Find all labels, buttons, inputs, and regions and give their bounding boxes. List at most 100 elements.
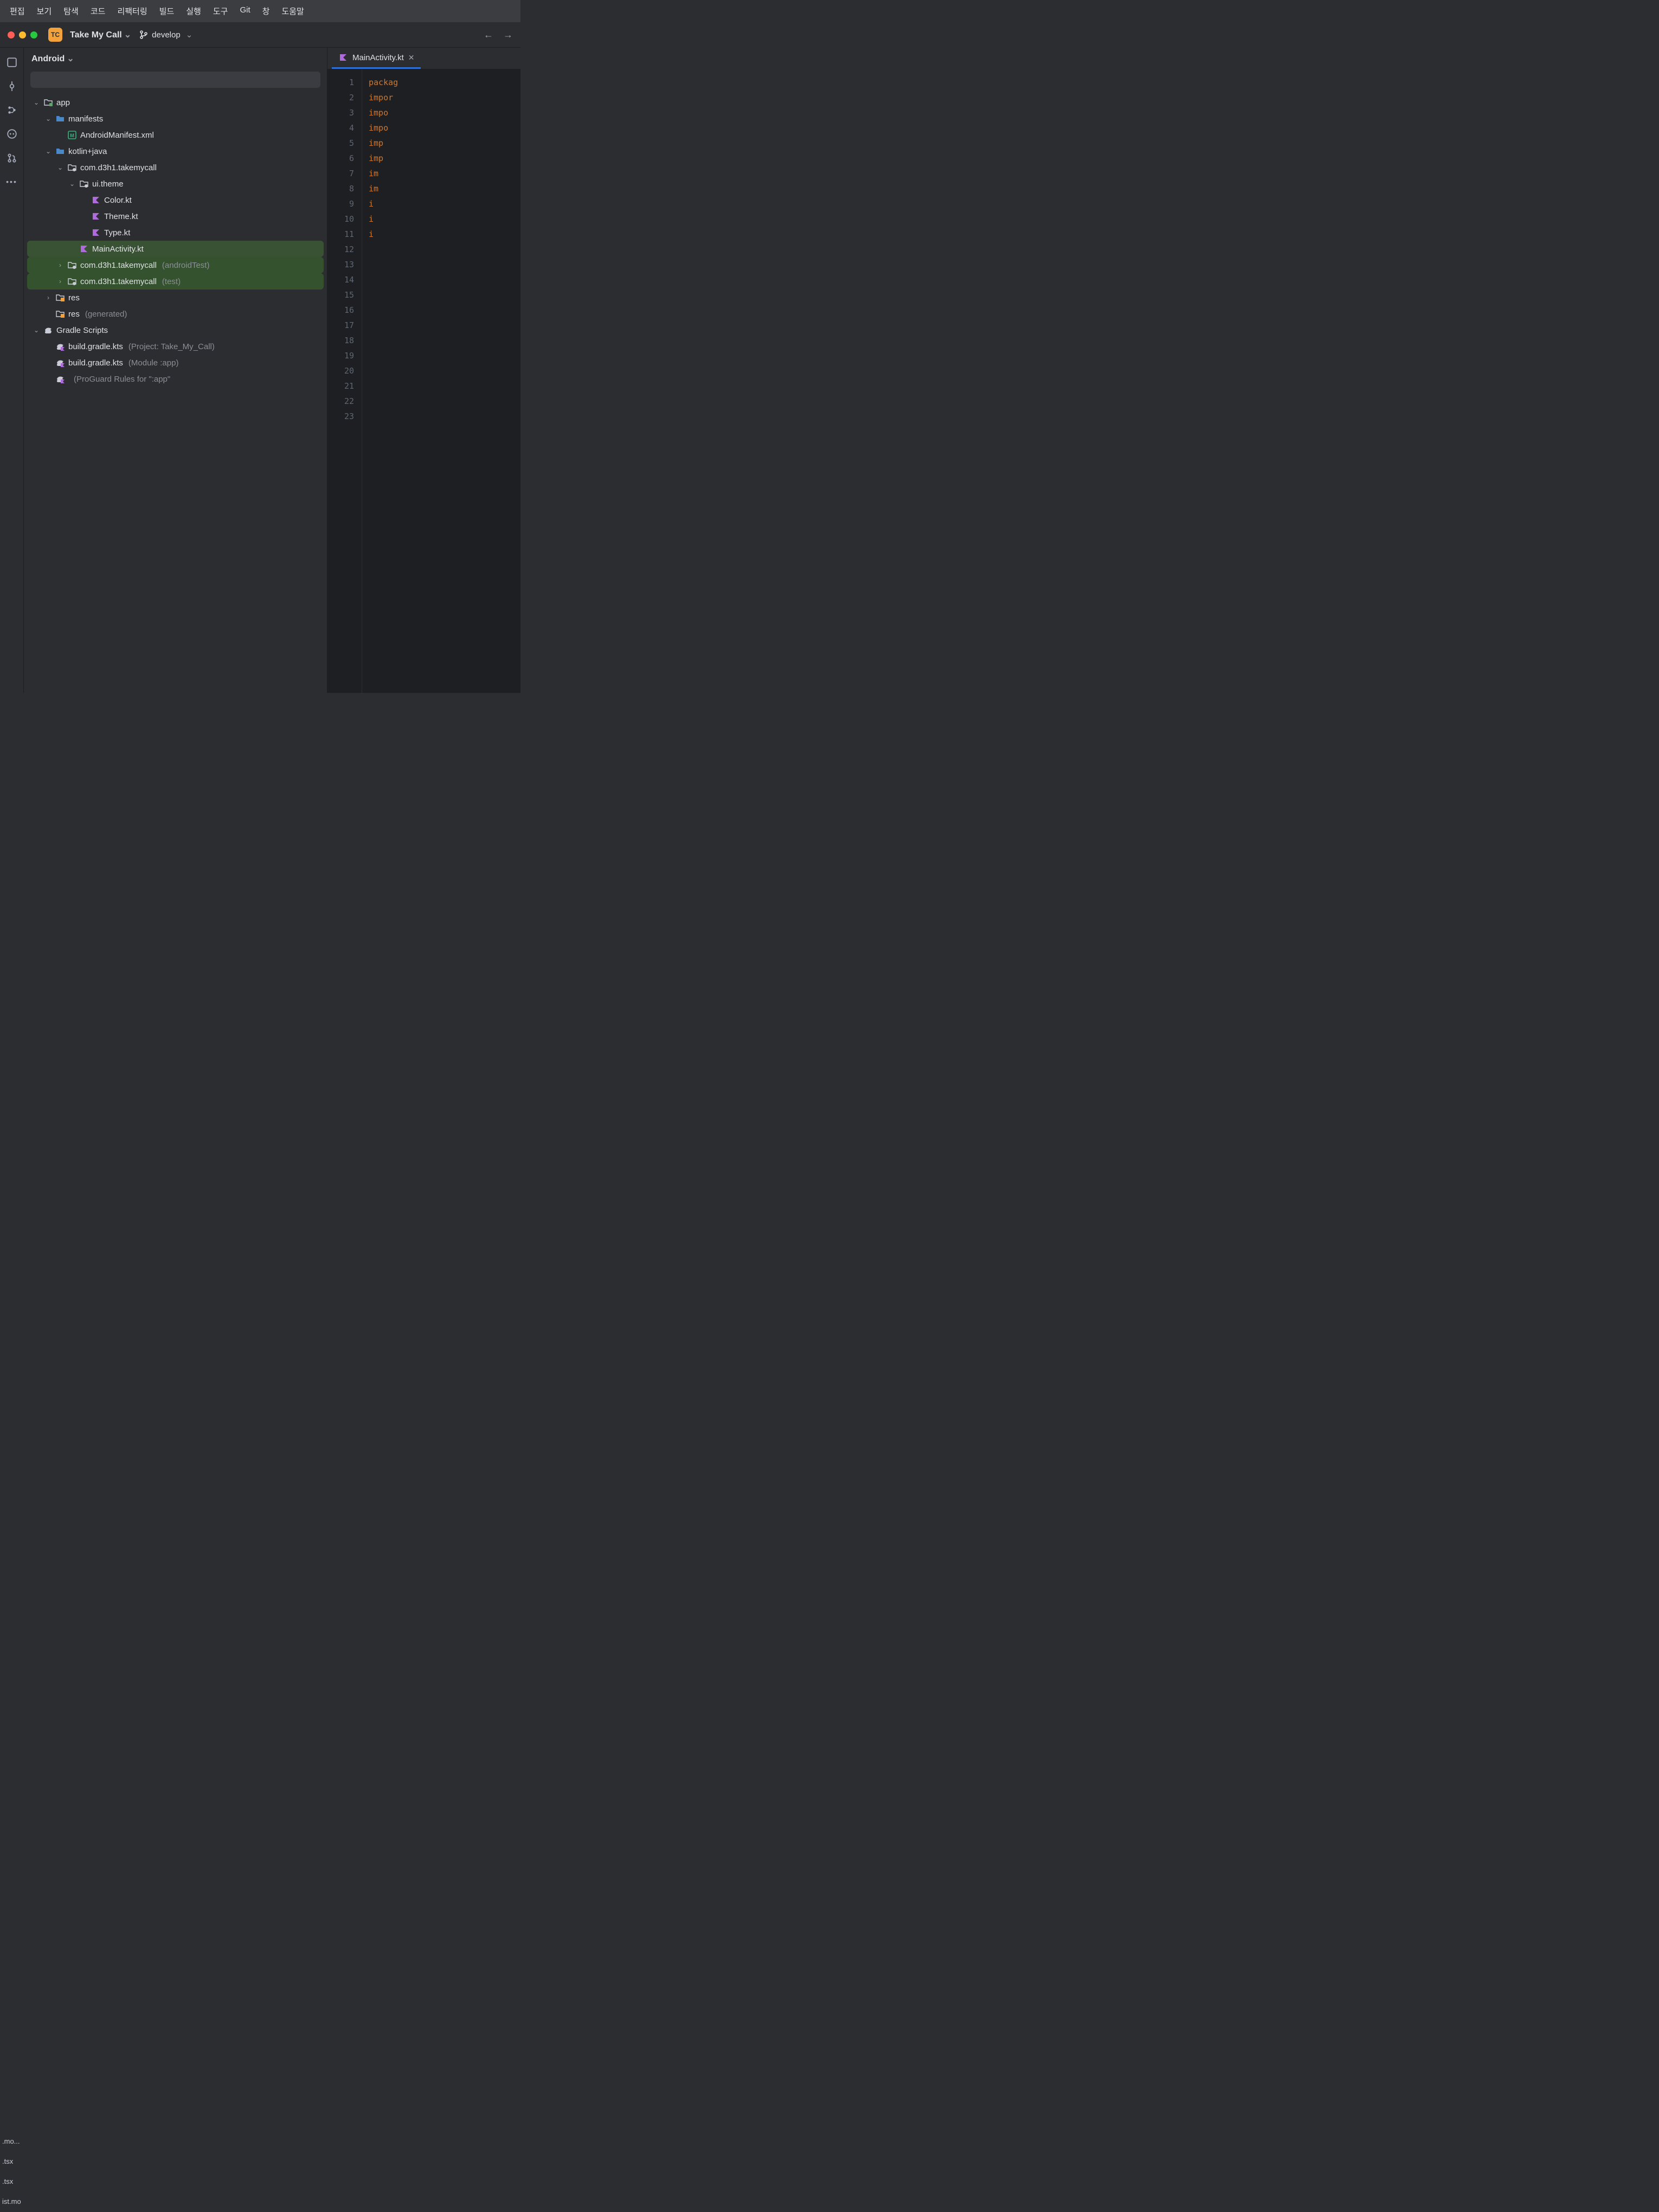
tree-row[interactable]: ui.theme xyxy=(27,176,324,192)
tree-label-suffix: (Module :app) xyxy=(128,358,179,368)
nav-back-button[interactable]: ← xyxy=(484,29,493,41)
tree-row[interactable]: build.gradle.kts(Project: Take_My_Call) xyxy=(27,338,324,355)
kotlin-file-icon xyxy=(338,53,348,62)
expand-arrow-icon[interactable] xyxy=(68,180,76,188)
tab-filename: MainActivity.kt xyxy=(352,53,404,62)
branch-icon xyxy=(139,30,149,40)
tree-row[interactable]: Gradle Scripts xyxy=(27,322,324,338)
tree-row[interactable]: (ProGuard Rules for ":app" xyxy=(27,371,324,387)
left-tool-strip: ••• xyxy=(0,48,24,693)
editor-area: MainActivity.kt ✕ 1234567891011121314151… xyxy=(327,48,520,693)
tree-label: res xyxy=(68,310,80,319)
res-icon xyxy=(55,293,65,303)
tree-row[interactable]: Type.kt xyxy=(27,224,324,241)
tree-row[interactable]: app xyxy=(27,94,324,111)
close-tab-icon[interactable]: ✕ xyxy=(408,53,415,62)
tree-row[interactable]: com.d3h1.takemycall xyxy=(27,159,324,176)
menu-item[interactable]: 도구 xyxy=(213,5,228,17)
tree-row[interactable]: AndroidManifest.xml xyxy=(27,127,324,143)
editor-tab[interactable]: MainActivity.kt ✕ xyxy=(332,48,421,69)
tree-row[interactable]: MainActivity.kt xyxy=(27,241,324,257)
menu-item[interactable]: Git xyxy=(240,5,250,17)
tree-row[interactable]: manifests xyxy=(27,111,324,127)
nav-forward-button[interactable]: → xyxy=(503,29,513,41)
expand-arrow-icon[interactable] xyxy=(56,164,64,171)
kt-icon xyxy=(91,211,101,221)
expand-arrow-icon[interactable] xyxy=(56,278,64,285)
kt-icon xyxy=(79,244,89,254)
tree-label: com.d3h1.takemycall xyxy=(80,261,157,270)
tree-label-suffix: (test) xyxy=(162,277,181,286)
tree-row[interactable]: res xyxy=(27,290,324,306)
tree-label-suffix: (generated) xyxy=(85,310,127,319)
module-icon xyxy=(43,98,53,107)
editor-tabs: MainActivity.kt ✕ xyxy=(327,48,520,69)
branch-name: develop xyxy=(152,30,181,40)
res-icon xyxy=(55,309,65,319)
window-controls[interactable] xyxy=(8,31,37,38)
project-panel: Android app manifests AndroidManifest.xml k… xyxy=(24,48,327,693)
project-scope-selector[interactable]: Android xyxy=(31,53,74,64)
tree-label-suffix: (ProGuard Rules for ":app" xyxy=(74,375,170,384)
tree-row[interactable]: Theme.kt xyxy=(27,208,324,224)
project-selector[interactable]: Take My Call xyxy=(70,29,131,40)
menu-item[interactable]: 보기 xyxy=(37,5,52,17)
expand-arrow-icon[interactable] xyxy=(44,115,52,123)
line-gutter: 1234567891011121314151617181920212223 xyxy=(327,69,362,693)
package-icon xyxy=(67,163,77,172)
menu-item[interactable]: 코드 xyxy=(91,5,106,17)
folder-blue-icon xyxy=(55,114,65,124)
package-icon xyxy=(67,260,77,270)
gradle-file-icon xyxy=(55,374,65,384)
commit-tool-icon[interactable] xyxy=(6,80,18,92)
project-filter-input[interactable] xyxy=(30,72,320,88)
tree-label: Theme.kt xyxy=(104,212,138,221)
tree-row[interactable]: com.d3h1.takemycall (androidTest) xyxy=(27,257,324,273)
tree-label-suffix: (androidTest) xyxy=(162,261,210,270)
menu-item[interactable]: 실행 xyxy=(186,5,201,17)
tree-label: Color.kt xyxy=(104,196,132,205)
menu-item[interactable]: 창 xyxy=(262,5,270,17)
tree-label: manifests xyxy=(68,114,103,124)
tree-row[interactable]: res (generated) xyxy=(27,306,324,322)
menu-item[interactable]: 탐색 xyxy=(63,5,79,17)
tree-row[interactable]: build.gradle.kts (Module :app) xyxy=(27,355,324,371)
pull-requests-tool-icon[interactable] xyxy=(6,152,18,164)
tree-label: ui.theme xyxy=(92,179,124,189)
expand-arrow-icon[interactable] xyxy=(33,99,40,106)
code-content[interactable]: packagimporimpoimpoimpimpimimiii xyxy=(362,69,520,693)
maximize-window-icon[interactable] xyxy=(30,31,37,38)
tree-row[interactable]: com.d3h1.takemycall (test) xyxy=(27,273,324,290)
expand-arrow-icon[interactable] xyxy=(33,326,40,334)
package-icon xyxy=(79,179,89,189)
expand-arrow-icon[interactable] xyxy=(56,261,64,269)
edge-cutoff-labels: .mo....tsx.tsxist.mo xyxy=(0,2137,27,2212)
tree-row[interactable]: kotlin+java xyxy=(27,143,324,159)
menu-item[interactable]: 편집 xyxy=(10,5,25,17)
tree-row[interactable]: Color.kt xyxy=(27,192,324,208)
tree-label-suffix: (Project: Take_My_Call) xyxy=(128,342,215,351)
tree-label: res xyxy=(68,293,80,303)
kt-icon xyxy=(91,228,101,237)
close-window-icon[interactable] xyxy=(8,31,15,38)
package-icon xyxy=(67,276,77,286)
more-tools-icon[interactable]: ••• xyxy=(6,176,18,188)
minimize-window-icon[interactable] xyxy=(19,31,26,38)
tree-label: build.gradle.kts xyxy=(68,358,123,368)
structure-tool-icon[interactable] xyxy=(6,104,18,116)
project-badge: TC xyxy=(48,28,62,42)
expand-arrow-icon[interactable] xyxy=(44,294,52,301)
menu-item[interactable]: 도움말 xyxy=(281,5,304,17)
tree-label: app xyxy=(56,98,70,107)
project-tool-icon[interactable] xyxy=(6,56,18,68)
copilot-tool-icon[interactable] xyxy=(6,128,18,140)
menu-item[interactable]: 빌드 xyxy=(159,5,175,17)
gradle-file-icon xyxy=(55,342,65,351)
gradle-file-icon xyxy=(55,358,65,368)
tree-label: com.d3h1.takemycall xyxy=(80,277,157,286)
git-branch-selector[interactable]: develop xyxy=(139,30,192,40)
kt-icon xyxy=(91,195,101,205)
menu-item[interactable]: 리팩터링 xyxy=(117,5,147,17)
expand-arrow-icon[interactable] xyxy=(44,147,52,155)
tree-label: AndroidManifest.xml xyxy=(80,131,154,140)
